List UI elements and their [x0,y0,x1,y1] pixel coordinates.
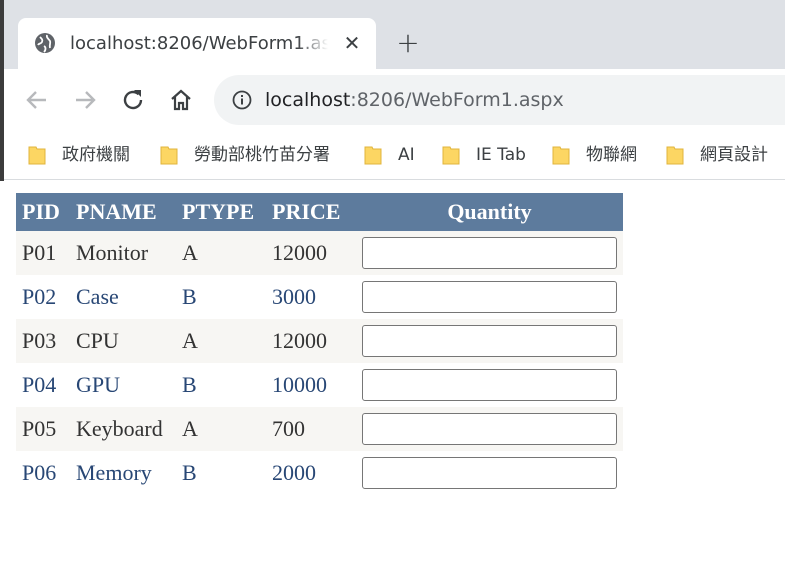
cell-quantity [356,363,623,407]
cell-price: 12000 [266,319,356,363]
table-row: P02 Case B 3000 [16,275,623,319]
cell-pname: Case [70,275,176,319]
bookmarks-bar: 政府機關 勞動部桃竹苗分署 AI IE Tab 物聯網 網頁設計 [0,132,785,180]
bookmark-label: 網頁設計 [700,145,768,165]
bookmark-folder[interactable]: 物聯網 [552,142,637,168]
info-icon[interactable] [232,90,252,110]
address-bar[interactable]: localhost:8206/WebForm1.aspx [214,75,785,125]
cell-pid: P05 [16,407,70,451]
bookmark-label: 政府機關 [62,145,130,165]
cell-quantity [356,319,623,363]
table-row: P06 Memory B 2000 [16,451,623,495]
folder-icon [160,145,178,165]
url-path: :8206/WebForm1.aspx [350,89,564,111]
cell-pname: Memory [70,451,176,495]
cell-quantity [356,451,623,495]
cell-pid: P01 [16,231,70,275]
arrow-left-icon[interactable] [24,87,50,113]
header-price: PRICE [266,193,356,231]
bookmark-label: 勞動部桃竹苗分署 [194,145,330,165]
home-icon[interactable] [168,87,194,113]
bookmark-label: 物聯網 [586,145,637,165]
url-host: localhost [265,89,351,111]
quantity-input[interactable] [362,325,617,357]
plus-icon[interactable]: + [394,29,422,58]
cell-pid: P03 [16,319,70,363]
cell-price: 2000 [266,451,356,495]
cell-pid: P02 [16,275,70,319]
page-content: PID PNAME PTYPE PRICE Quantity P01 Monit… [0,181,785,563]
cell-pname: Keyboard [70,407,176,451]
folder-icon [552,145,570,165]
cell-ptype: A [176,407,266,451]
header-quantity: Quantity [356,193,623,231]
quantity-input[interactable] [362,413,617,445]
cell-ptype: A [176,231,266,275]
cell-pid: P06 [16,451,70,495]
cell-quantity [356,407,623,451]
arrow-right-icon[interactable] [72,87,98,113]
tab-title: localhost:8206/WebForm1.aspx [70,33,328,54]
cell-ptype: B [176,363,266,407]
header-pname: PNAME [70,193,176,231]
close-icon[interactable]: ✕ [341,32,363,54]
cell-ptype: B [176,451,266,495]
bookmark-label: IE Tab [476,145,526,165]
cell-pname: CPU [70,319,176,363]
table-row: P01 Monitor A 12000 [16,231,623,275]
tab-active[interactable]: localhost:8206/WebForm1.aspx ✕ [18,18,376,69]
folder-icon [666,145,684,165]
bookmark-folder[interactable]: IE Tab [442,142,526,168]
table-row: P03 CPU A 12000 [16,319,623,363]
folder-icon [364,145,382,165]
cell-ptype: A [176,319,266,363]
cell-pname: GPU [70,363,176,407]
quantity-input[interactable] [362,281,617,313]
cell-price: 10000 [266,363,356,407]
cell-quantity [356,275,623,319]
folder-icon [28,145,46,165]
quantity-input[interactable] [362,237,617,269]
header-pid: PID [16,193,70,231]
grid-header-row: PID PNAME PTYPE PRICE Quantity [16,193,623,231]
bookmark-folder[interactable]: 政府機關 [28,142,130,168]
cell-quantity [356,231,623,275]
cell-price: 700 [266,407,356,451]
table-row: P04 GPU B 10000 [16,363,623,407]
browser-toolbar: localhost:8206/WebForm1.aspx [0,69,785,132]
tab-strip: localhost:8206/WebForm1.aspx ✕ + [0,0,785,69]
cell-ptype: B [176,275,266,319]
bookmark-folder[interactable]: 勞動部桃竹苗分署 [160,142,330,168]
cell-price: 3000 [266,275,356,319]
cell-pid: P04 [16,363,70,407]
quantity-input[interactable] [362,457,617,489]
bookmark-folder[interactable]: 網頁設計 [666,142,768,168]
reload-icon[interactable] [120,87,146,113]
header-ptype: PTYPE [176,193,266,231]
folder-icon [442,145,460,165]
bookmark-folder[interactable]: AI [364,142,415,168]
cell-pname: Monitor [70,231,176,275]
url-text[interactable]: localhost:8206/WebForm1.aspx [265,87,564,113]
cell-price: 12000 [266,231,356,275]
globe-icon [34,32,56,54]
products-gridview: PID PNAME PTYPE PRICE Quantity P01 Monit… [16,193,623,495]
quantity-input[interactable] [362,369,617,401]
table-row: P05 Keyboard A 700 [16,407,623,451]
bookmark-label: AI [398,145,415,165]
